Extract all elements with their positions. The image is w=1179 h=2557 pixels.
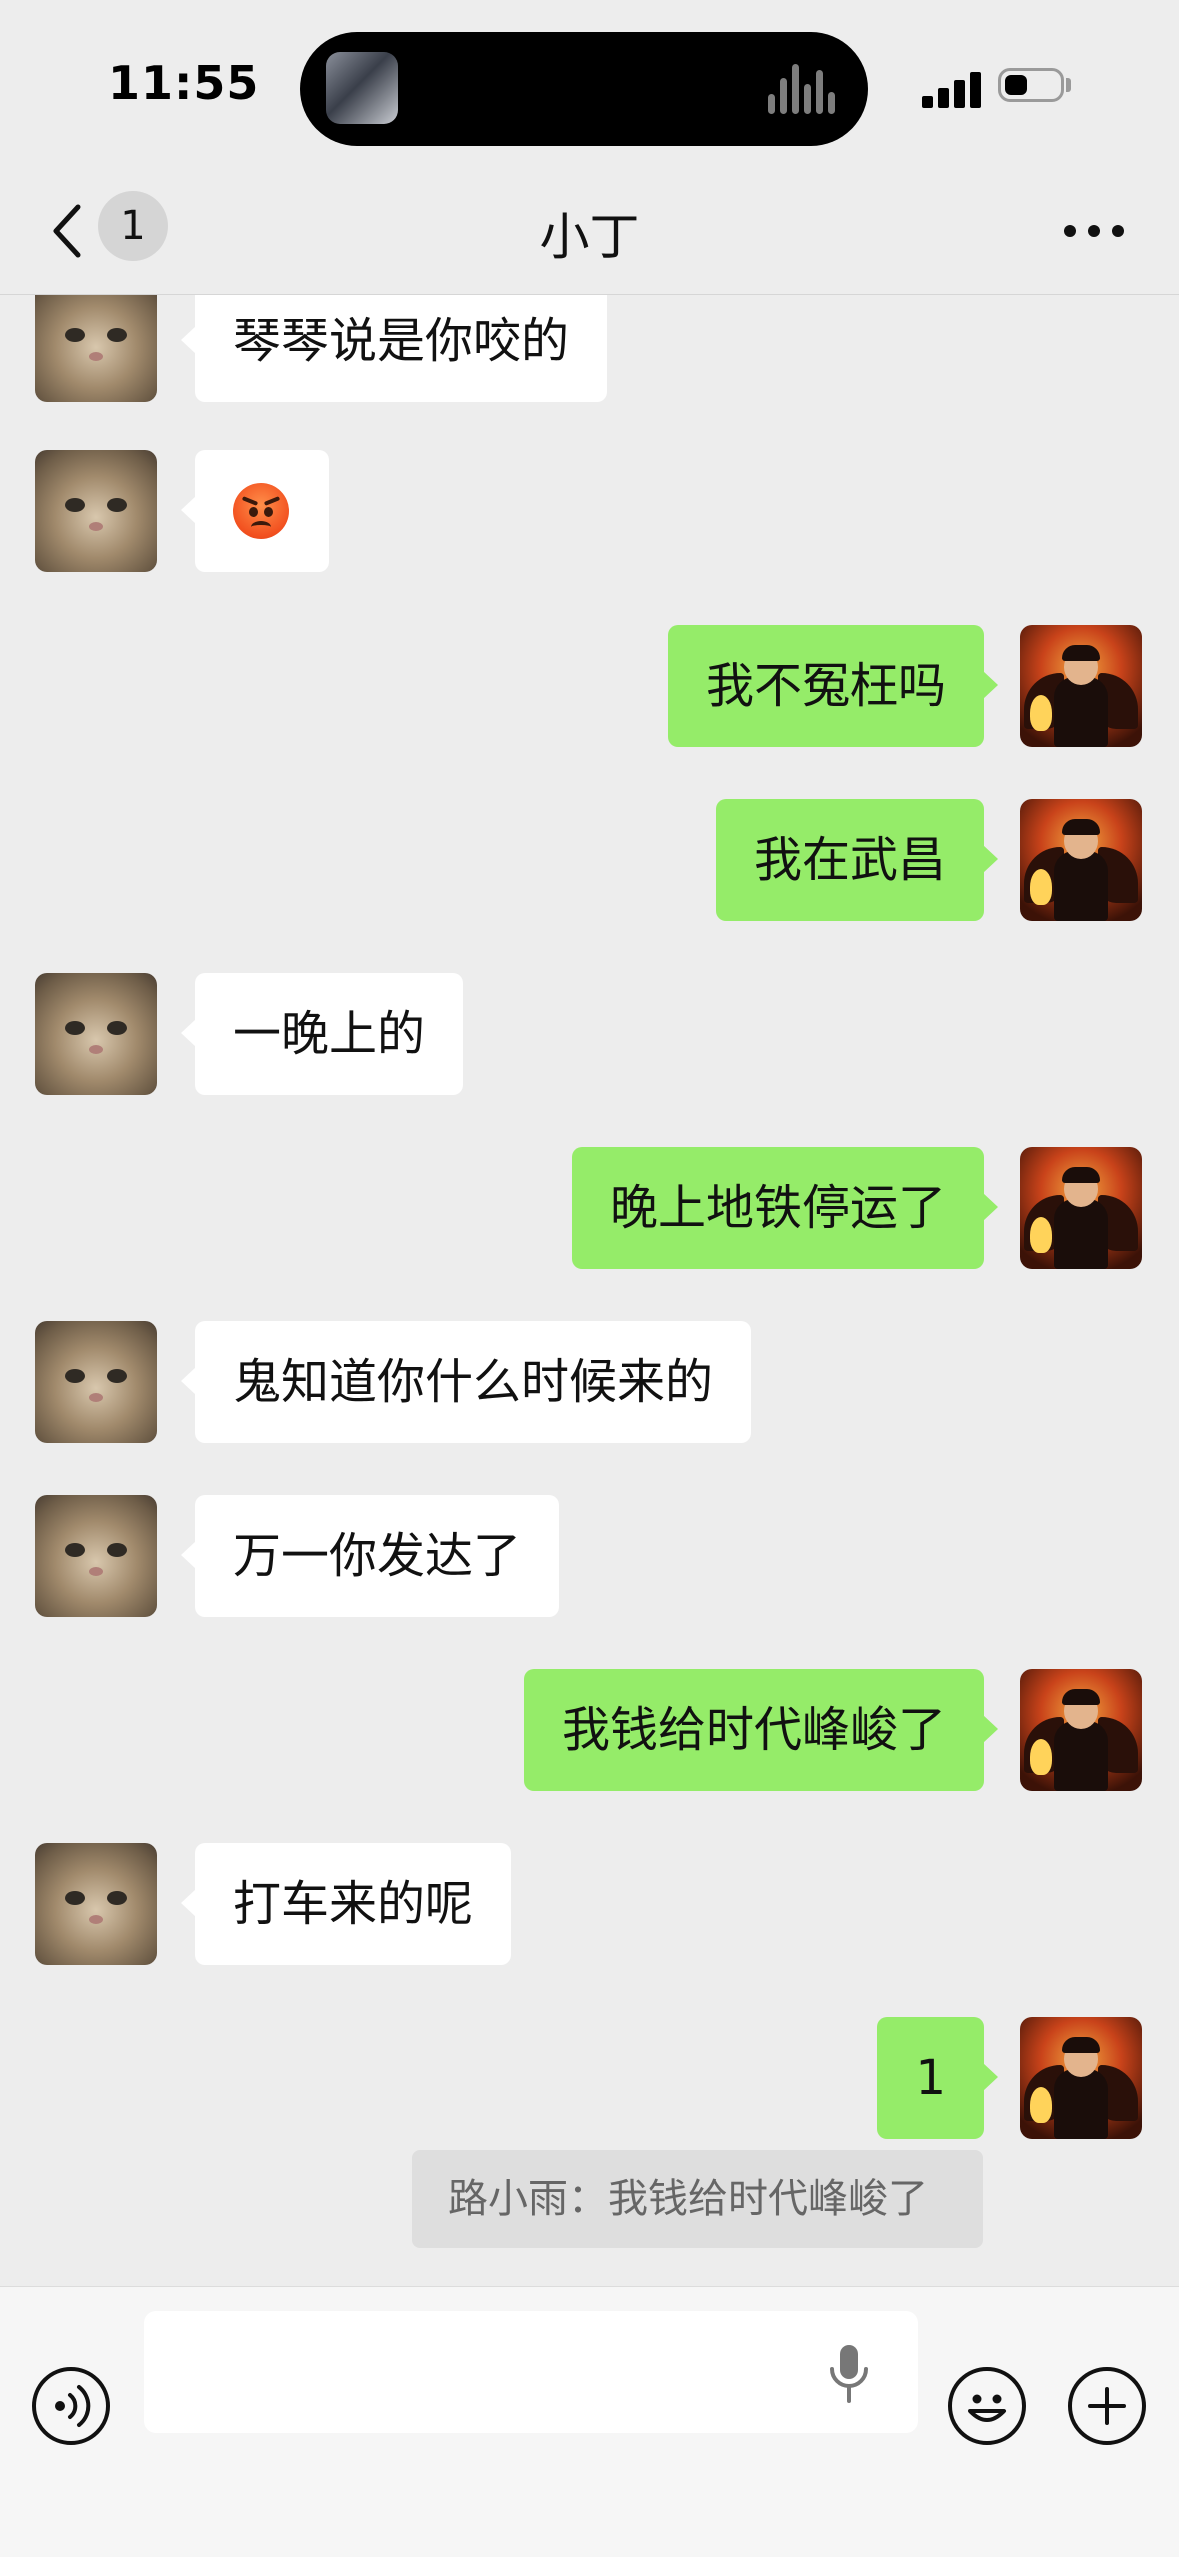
my-avatar[interactable]: [1020, 2017, 1142, 2139]
outgoing-message[interactable]: 我不冤枉吗: [667, 625, 999, 747]
plus-icon[interactable]: [1068, 2367, 1146, 2445]
outgoing-message[interactable]: 晚上地铁停运了: [571, 1147, 999, 1269]
now-playing-art-icon: [326, 52, 398, 124]
contact-avatar[interactable]: [35, 1495, 157, 1617]
incoming-message[interactable]: 万一你发达了: [180, 1495, 560, 1617]
quoted-reply[interactable]: 路小雨：我钱给时代峰峻了: [412, 2150, 983, 2248]
contact-avatar[interactable]: [35, 973, 157, 1095]
status-time: 11:55: [108, 56, 260, 110]
message-input[interactable]: [144, 2311, 918, 2433]
outgoing-message[interactable]: 我在武昌: [715, 799, 999, 921]
chat-header: 1 小丁: [0, 175, 1179, 295]
incoming-message[interactable]: 鬼知道你什么时候来的: [180, 1321, 752, 1443]
quote-author: 路小雨: [448, 2176, 568, 2222]
input-bar: [0, 2286, 1179, 2557]
contact-avatar[interactable]: [35, 1321, 157, 1443]
quote-text: 我钱给时代峰峻了: [608, 2176, 928, 2222]
battery-tip: [1066, 78, 1071, 92]
incoming-message[interactable]: 琴琴说是你咬的: [180, 295, 608, 402]
battery-icon: [998, 68, 1064, 102]
status-bar: 11:55: [0, 0, 1179, 175]
emoji-icon[interactable]: [948, 2367, 1026, 2445]
quote-separator: ：: [568, 2176, 608, 2222]
contact-avatar[interactable]: [35, 450, 157, 572]
incoming-message[interactable]: 一晚上的: [180, 973, 464, 1095]
contact-avatar[interactable]: [35, 295, 157, 402]
signal-icon: [922, 70, 982, 108]
outgoing-message[interactable]: 1: [877, 2017, 998, 2139]
angry-face-emoji-icon: [233, 483, 289, 539]
my-avatar[interactable]: [1020, 1147, 1142, 1269]
contact-avatar[interactable]: [35, 1843, 157, 1965]
outgoing-message[interactable]: 我钱给时代峰峻了: [523, 1669, 999, 1791]
incoming-message[interactable]: 打车来的呢: [180, 1843, 512, 1965]
more-icon[interactable]: [1064, 225, 1124, 239]
my-avatar[interactable]: [1020, 1669, 1142, 1791]
my-avatar[interactable]: [1020, 625, 1142, 747]
dynamic-island[interactable]: [300, 32, 868, 146]
my-avatar[interactable]: [1020, 799, 1142, 921]
mic-icon[interactable]: [826, 2343, 872, 2405]
audio-waveform-icon: [768, 64, 838, 114]
incoming-emoji-message[interactable]: [181, 450, 329, 572]
chat-title: 小丁: [539, 208, 640, 266]
message-list[interactable]: 琴琴说是你咬的 我不冤枉吗 我在武昌 一晚上的 晚上地铁停运了 鬼知道你什么时候…: [0, 295, 1179, 2285]
voice-icon[interactable]: [32, 2367, 110, 2445]
